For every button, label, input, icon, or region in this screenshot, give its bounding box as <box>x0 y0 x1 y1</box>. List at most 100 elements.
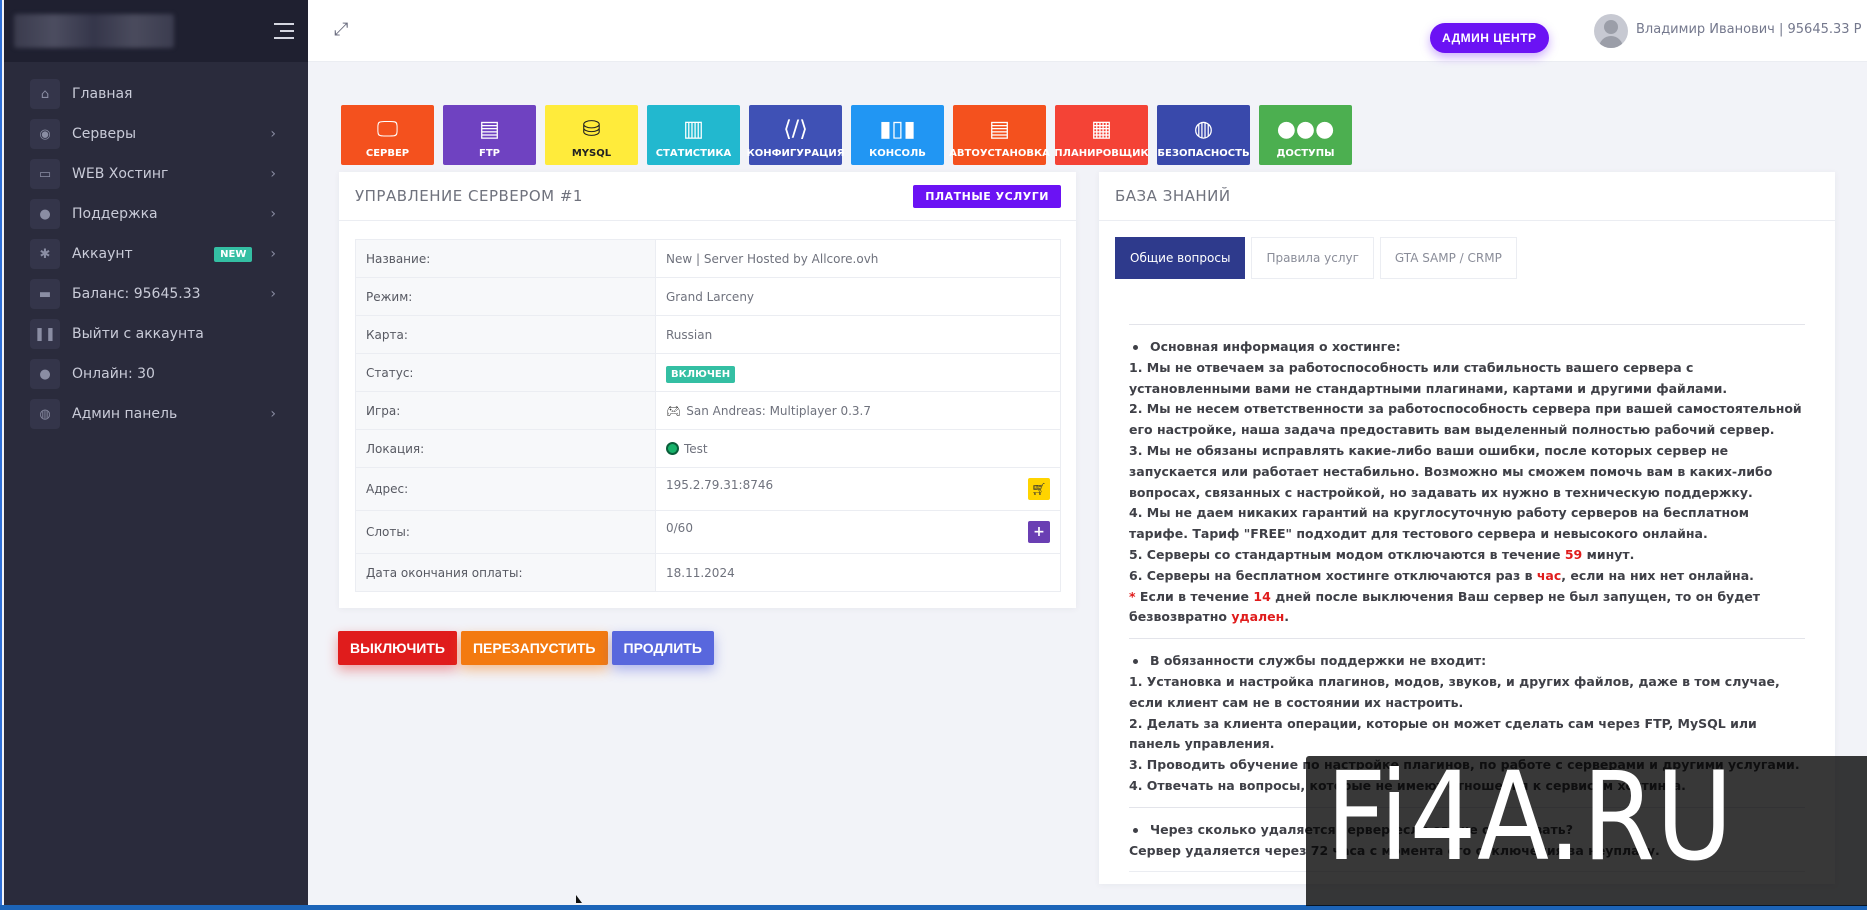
chevron-right-icon: › <box>270 406 276 422</box>
gamepad-icon: ◉ <box>30 119 60 149</box>
bar-chart-icon: ▥ <box>683 117 704 142</box>
sidebar-item-label: WEB Хостинг <box>72 166 169 182</box>
table-row: Адрес: 195.2.79.31:8746 🛒︎ <box>355 467 1061 511</box>
sidebar-item-servers[interactable]: ◉ Серверы › <box>4 114 308 154</box>
tile-label: ДОСТУПЫ <box>1276 148 1335 159</box>
row-key: Слоты: <box>355 510 656 554</box>
tile-scheduler[interactable]: ▦ ПЛАНИРОВЩИК <box>1054 105 1149 165</box>
database-icon: ⛁ <box>582 117 601 142</box>
row-key: Игра: <box>355 391 656 430</box>
kb-line: 1. Установка и настройка плагинов, модов… <box>1129 673 1780 710</box>
sidebar-item-support[interactable]: ● Поддержка › <box>4 194 308 234</box>
tile-server[interactable]: 🖵 СЕРВЕР <box>341 105 434 165</box>
logo <box>14 14 174 48</box>
extend-server-button[interactable]: ПРОДЛИТЬ <box>611 631 714 665</box>
tile-label: СЕРВЕР <box>365 148 410 159</box>
add-slots-plus-icon[interactable]: + <box>1028 521 1050 543</box>
restart-server-button[interactable]: ПЕРЕЗАПУСТИТЬ <box>460 631 608 665</box>
tile-security[interactable]: ◍ БЕЗОПАСНОСТЬ <box>1157 105 1250 165</box>
sidebar-item-label: Серверы <box>72 126 137 142</box>
admin-center-button[interactable]: АДМИН ЦЕНТР <box>1430 23 1549 53</box>
tile-statistics[interactable]: ▥ СТАТИСТИКА <box>647 105 740 165</box>
sidebar-item-logout[interactable]: ❚❚ Выйти с аккаунта <box>4 314 308 354</box>
table-row: Дата окончания оплаты: 18.11.2024 <box>355 553 1061 592</box>
row-key: Адрес: <box>355 467 656 511</box>
table-row: Локация: Test <box>355 429 1061 468</box>
server-tools-toolbar: 🖵 СЕРВЕР ▤ FTP ⛁ MYSQL ▥ СТАТИСТИКА ⟨/⟩ … <box>341 105 1352 165</box>
sidebar-item-admin-panel[interactable]: ◍ Админ панель › <box>4 394 308 434</box>
panel-title: БАЗА ЗНАНИЙ <box>1115 187 1231 205</box>
kb-text: . <box>1284 609 1290 625</box>
globe-icon: ◍ <box>30 399 60 429</box>
chevron-right-icon: › <box>270 126 276 142</box>
kb-section-head: Основная информация о хостинге: <box>1129 337 1805 358</box>
row-value: 195.2.79.31:8746 🛒︎ <box>655 467 1061 511</box>
document-icon: ▤ <box>989 117 1010 142</box>
users-icon: ● <box>30 359 60 389</box>
kb-section-title: Основная информация о хостинге: <box>1150 339 1401 354</box>
bullet-icon <box>1133 659 1138 665</box>
kb-line: 1. Мы не отвечаем за работоспособность и… <box>1129 359 1728 396</box>
pause-icon: ❚❚ <box>30 319 60 349</box>
menu-toggle-icon[interactable] <box>274 23 294 39</box>
tile-autoinstall[interactable]: ▤ АВТОУСТАНОВКА <box>949 105 1050 165</box>
fullscreen-expand-icon[interactable]: ⤢ <box>334 20 354 40</box>
tab-gta-samp-crmp[interactable]: GTA SAMP / CRMP <box>1379 237 1517 279</box>
server-management-panel: УПРАВЛЕНИЕ СЕРВЕРОМ #1 ПЛАТНЫЕ УСЛУГИ На… <box>339 172 1076 608</box>
location-flag-icon <box>666 441 679 455</box>
table-row: Статус: ВКЛЮЧЕН <box>355 353 1061 392</box>
table-row: Название: New | Server Hosted by Allcore… <box>355 239 1061 278</box>
slots-value: 0/60 <box>666 521 693 535</box>
sidebar-nav: ⌂ Главная ◉ Серверы › ▭ WEB Хостинг › ● … <box>4 62 308 434</box>
tab-service-rules[interactable]: Правила услуг <box>1251 237 1374 279</box>
kb-line: 6. Серверы на бесплатном хостинге отключ… <box>1129 566 1805 587</box>
avatar[interactable] <box>1594 14 1628 48</box>
barcode-icon: ▮▯▮ <box>879 117 916 142</box>
sidebar-item-web-hosting[interactable]: ▭ WEB Хостинг › <box>4 154 308 194</box>
panel-title: УПРАВЛЕНИЕ СЕРВЕРОМ #1 <box>355 187 583 205</box>
tile-configuration[interactable]: ⟨/⟩ КОНФИГУРАЦИЯ <box>747 105 844 165</box>
bullet-icon <box>1133 344 1138 350</box>
row-key: Локация: <box>355 429 656 468</box>
row-value: Test <box>655 429 1061 468</box>
tile-label: MYSQL <box>571 148 612 159</box>
new-badge: NEW <box>214 246 253 262</box>
sidebar-item-home[interactable]: ⌂ Главная <box>4 74 308 114</box>
status-badge: ВКЛЮЧЕН <box>666 365 736 383</box>
kb-line: 3. Мы не обязаны исправлять какие-либо в… <box>1129 442 1773 500</box>
row-key: Название: <box>355 239 656 278</box>
kb-highlight: удален <box>1231 609 1285 625</box>
sidebar-header <box>4 0 308 62</box>
paid-services-button[interactable]: ПЛАТНЫЕ УСЛУГИ <box>913 184 1061 208</box>
gamepad-icon: 🎮︎ <box>666 403 682 418</box>
kb-line: 2. Мы не несем ответственности за работо… <box>1129 401 1802 438</box>
kb-text: минут. <box>1582 546 1635 562</box>
sidebar-item-label: Главная <box>72 86 133 102</box>
row-value: ВКЛЮЧЕН <box>655 353 1061 392</box>
kb-text: 6. Серверы на бесплатном хостинге отключ… <box>1129 567 1537 583</box>
table-row: Режим: Grand Larceny <box>355 277 1061 316</box>
chevron-right-icon: › <box>270 166 276 182</box>
row-key: Дата окончания оплаты: <box>355 553 656 592</box>
tile-mysql[interactable]: ⛁ MYSQL <box>545 105 638 165</box>
user-name-balance[interactable]: Владимир Иванович | 95645.33 Р <box>1636 22 1862 37</box>
cart-icon[interactable]: 🛒︎ <box>1028 478 1050 500</box>
tab-general-questions[interactable]: Общие вопросы <box>1115 237 1246 279</box>
tile-console[interactable]: ▮▯▮ КОНСОЛЬ <box>851 105 944 165</box>
stop-server-button[interactable]: ВЫКЛЮЧИТЬ <box>338 631 457 665</box>
file-icon: ▤ <box>479 117 500 142</box>
row-value: Russian <box>655 315 1061 354</box>
table-row: Карта: Russian <box>355 315 1061 354</box>
sidebar-item-account[interactable]: ✱ Аккаунт NEW › <box>4 234 308 274</box>
sidebar-item-balance[interactable]: ▬ Баланс: 95645.33 › <box>4 274 308 314</box>
gear-icon: ✱ <box>30 239 60 269</box>
kb-section-head: В обязанности службы поддержки не входит… <box>1129 651 1805 672</box>
topbar: ⤢ АДМИН ЦЕНТР Владимир Иванович | 95645.… <box>308 0 1867 62</box>
kb-section-hosting-info: Основная информация о хостинге: 1. Мы не… <box>1129 324 1805 638</box>
tile-label: АВТОУСТАНОВКА <box>949 148 1050 159</box>
mouse-cursor-icon <box>576 895 582 903</box>
tile-access[interactable]: ●●● ДОСТУПЫ <box>1259 105 1352 165</box>
table-row: Игра: 🎮︎ San Andreas: Multiplayer 0.3.7 <box>355 391 1061 430</box>
tile-ftp[interactable]: ▤ FTP <box>443 105 536 165</box>
sidebar-item-online[interactable]: ● Онлайн: 30 <box>4 354 308 394</box>
